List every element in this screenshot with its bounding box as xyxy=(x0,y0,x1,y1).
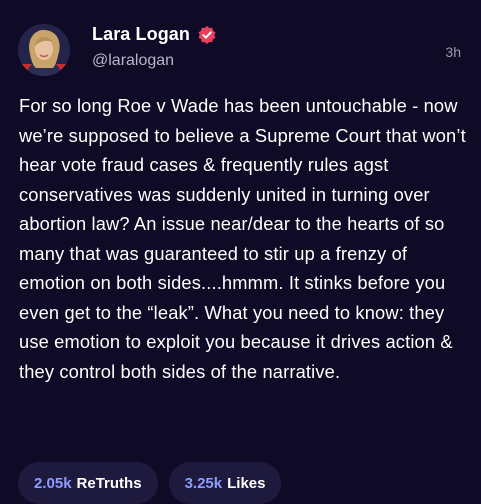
retruths-label: ReTruths xyxy=(76,474,142,492)
retruths-count: 2.05k xyxy=(34,474,72,492)
likes-count: 3.25k xyxy=(184,474,223,492)
avatar-image xyxy=(18,24,70,76)
display-name[interactable]: Lara Logan xyxy=(92,24,190,45)
post-body-text: For so long Roe v Wade has been untoucha… xyxy=(19,95,466,382)
author-name-row: Lara Logan xyxy=(92,24,217,45)
post-stats: 2.05k ReTruths 3.25k Likes xyxy=(18,462,292,504)
retruths-button[interactable]: 2.05k ReTruths xyxy=(18,462,158,504)
likes-label: Likes xyxy=(227,474,266,492)
likes-button[interactable]: 3.25k Likes xyxy=(168,462,282,504)
post-timestamp[interactable]: 3h xyxy=(445,44,461,60)
verified-badge-icon xyxy=(197,25,217,45)
avatar[interactable] xyxy=(18,24,70,76)
truth-post: Lara Logan @laralogan 3h For so long Roe… xyxy=(0,0,481,504)
author-handle[interactable]: @laralogan xyxy=(92,52,174,70)
